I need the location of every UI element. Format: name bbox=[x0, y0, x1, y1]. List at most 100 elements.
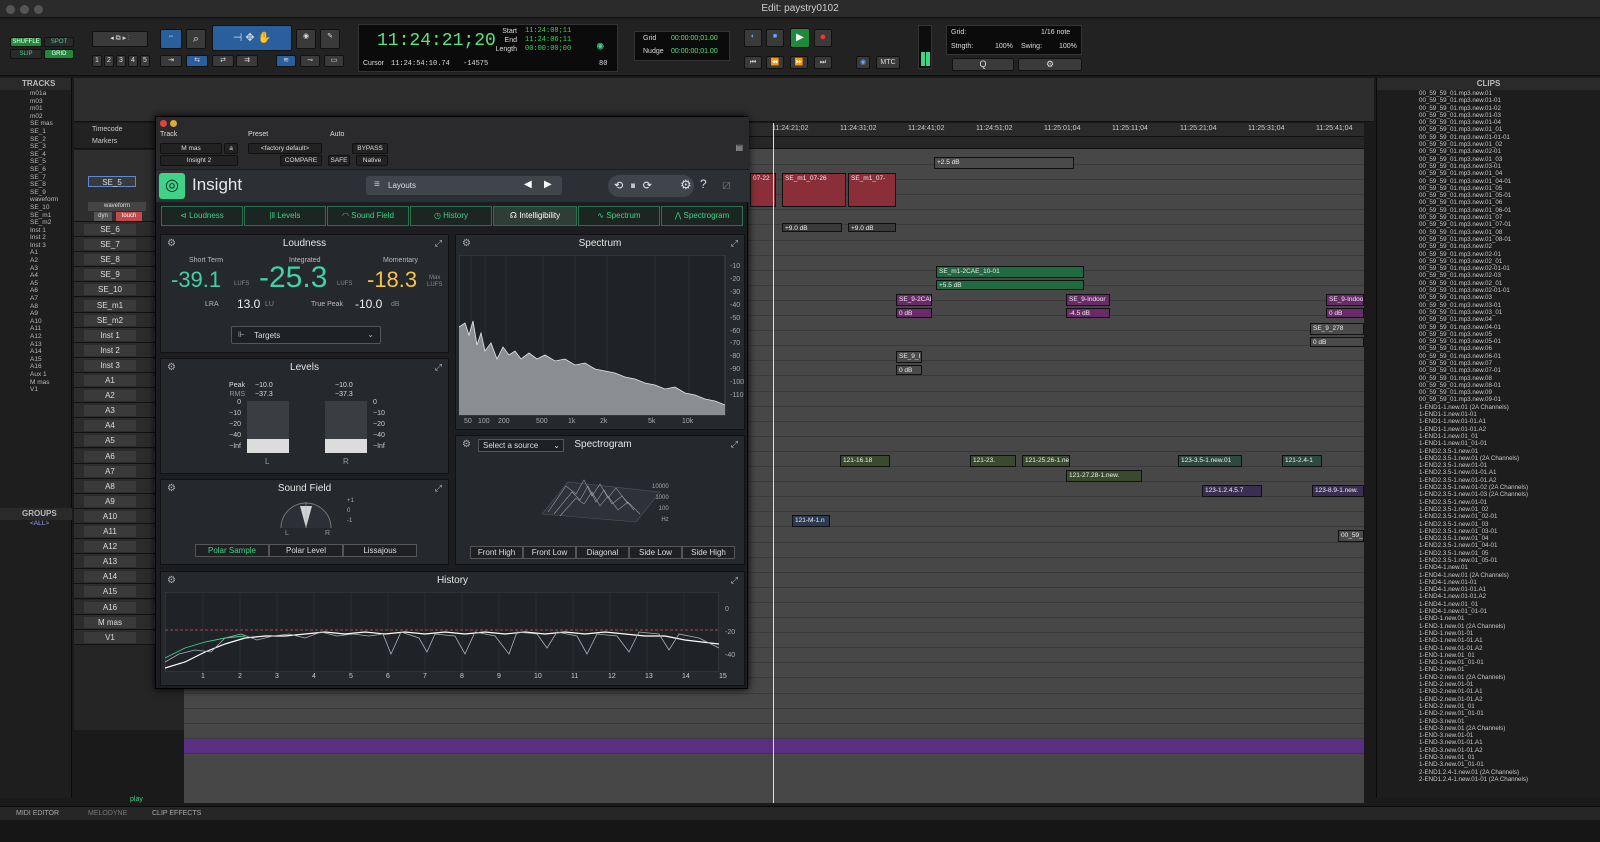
tracks-list-item[interactable]: A9 bbox=[0, 310, 71, 318]
clip-list-item[interactable]: 1-END4-1.new.01_01-01 bbox=[1377, 608, 1600, 615]
tracks-list-item[interactable]: A15 bbox=[0, 356, 71, 364]
spot-mode-button[interactable]: SPOT bbox=[44, 37, 74, 47]
tracks-list-item[interactable]: A5 bbox=[0, 280, 71, 288]
tracks-list-item[interactable]: Inst 2 bbox=[0, 234, 71, 242]
track-name-button[interactable]: A2 bbox=[84, 390, 136, 402]
clip-list-item[interactable]: 1-END2.3.5-1.new.01-01.A1 bbox=[1377, 469, 1600, 476]
clip-list-item[interactable]: 1-END-1.new.01-01.A2 bbox=[1377, 645, 1600, 652]
clip-list-item[interactable]: 00_59_59_01.mp3.new.02_01 bbox=[1377, 258, 1600, 265]
clip-list-item[interactable]: 1-END2.3.5-1.new.01-01.A2 bbox=[1377, 477, 1600, 484]
tracks-list-item[interactable]: m01a bbox=[0, 90, 71, 98]
clip-list-item[interactable]: 00_59_59_01.mp3.new.03-01 bbox=[1377, 163, 1600, 170]
clip-list-item[interactable]: 1-END2.3.5-1.new.01_04-01 bbox=[1377, 542, 1600, 549]
grid-note-value[interactable]: 1/16 note bbox=[1041, 29, 1070, 36]
tab-loudness[interactable]: ⊲ Loudness bbox=[161, 206, 243, 226]
track-name[interactable]: SE_5 bbox=[88, 176, 136, 187]
tracks-list-item[interactable]: A8 bbox=[0, 303, 71, 311]
tracks-list-item[interactable]: SE_10 bbox=[0, 204, 71, 212]
clip-list-item[interactable]: 00_59_59_01.mp3.new.01_07 bbox=[1377, 214, 1600, 221]
zoom-preset-3[interactable]: 3 bbox=[116, 55, 126, 67]
tracks-list-item[interactable]: m01 bbox=[0, 105, 71, 113]
clip-list-item[interactable]: 1-END-3.new.01-01.A1 bbox=[1377, 739, 1600, 746]
clip-list-item[interactable]: 1-END2.3.5-1.new.01 bbox=[1377, 448, 1600, 455]
clip-list-item[interactable]: 00_59_59_01.mp3.new.03_01 bbox=[1377, 309, 1600, 316]
clip-list-item[interactable]: 00_59_59_01.mp3.new.06 bbox=[1377, 345, 1600, 352]
timeline-clip[interactable]: SE_9-Indoo bbox=[1326, 294, 1364, 306]
tab-levels[interactable]: |‖ Levels bbox=[244, 206, 326, 226]
tracks-list-item[interactable]: SE_8 bbox=[0, 181, 71, 189]
clip-list-item[interactable]: 00_59_59_01.mp3.new.07 bbox=[1377, 360, 1600, 367]
clip-list-item[interactable]: 2-END1.2.4-1.new.01 (2A Channels) bbox=[1377, 769, 1600, 776]
tracks-list-item[interactable]: SE_m2 bbox=[0, 219, 71, 227]
clip-list-item[interactable]: 00_59_59_01.mp3.new.01-02 bbox=[1377, 105, 1600, 112]
track-name-button[interactable]: A13 bbox=[84, 556, 136, 568]
insert-select[interactable]: Insight 2 bbox=[160, 155, 238, 166]
track-name-button[interactable]: A7 bbox=[84, 465, 136, 477]
clip-list-item[interactable]: 1-END2.3.5-1.new.01_03-01 bbox=[1377, 528, 1600, 535]
tracks-list-item[interactable]: A4 bbox=[0, 272, 71, 280]
minimize-window-icon[interactable] bbox=[20, 5, 29, 14]
quantize-button[interactable]: Q bbox=[952, 58, 1014, 71]
clip-list-item[interactable]: 00_59_59_01.mp3.new.02_01 bbox=[1377, 280, 1600, 287]
clip-list-item[interactable]: 00_59_59_01.mp3.new.02-01-01 bbox=[1377, 287, 1600, 294]
clip-list-item[interactable]: 00_59_59_01.mp3.new.01_08-01 bbox=[1377, 236, 1600, 243]
clip-list-item[interactable]: 1-END-3.new.01-01.A2 bbox=[1377, 747, 1600, 754]
timeline-clip[interactable]: SE_9_278 bbox=[1310, 323, 1364, 335]
track-lane[interactable] bbox=[184, 709, 1364, 724]
clip-list-item[interactable]: 1-END4-1.new.01-01.A2 bbox=[1377, 593, 1600, 600]
clip-list-item[interactable]: 00_59_59_01.mp3.new.07-01 bbox=[1377, 367, 1600, 374]
track-name-button[interactable]: A5 bbox=[84, 435, 136, 447]
clip-list-item[interactable]: 1-END-2.new.01-01 bbox=[1377, 681, 1600, 688]
online-icon[interactable]: ◉ bbox=[597, 39, 604, 53]
tab-sound-field[interactable]: ◠ Sound Field bbox=[327, 206, 409, 226]
clip-list-item[interactable]: 00_59_59_01.mp3.new.02-01 bbox=[1377, 148, 1600, 155]
tracks-list-item[interactable]: A7 bbox=[0, 295, 71, 303]
link-track-icon[interactable]: ⇄ bbox=[212, 55, 234, 67]
track-lane[interactable] bbox=[184, 738, 1364, 754]
clip-list-item[interactable]: 1-END2.3.5-1.new.01_05 bbox=[1377, 550, 1600, 557]
plugin-settings-icon[interactable]: ⚙ bbox=[680, 177, 692, 193]
clip-list-item[interactable]: 00_59_59_01.mp3.new.02-01 bbox=[1377, 251, 1600, 258]
zoom-window-icon[interactable] bbox=[34, 5, 43, 14]
track-name-button[interactable]: V1 bbox=[84, 631, 136, 643]
clip-list-item[interactable]: 00_59_59_01.mp3.new.03 bbox=[1377, 294, 1600, 301]
layouts-select[interactable]: ≡ Layouts ◀ ▶ bbox=[366, 176, 562, 195]
plugin-minimize-icon[interactable] bbox=[170, 120, 177, 127]
timeline-clip[interactable]: -4.5 dB bbox=[1066, 308, 1110, 318]
timeline-clip[interactable]: SE_9-Indoor bbox=[1066, 294, 1110, 306]
timeline-clip[interactable]: 121-27.28-1.new. bbox=[1066, 470, 1142, 482]
track-name-button[interactable]: A9 bbox=[84, 495, 136, 507]
zoom-preset-5[interactable]: 5 bbox=[140, 55, 150, 67]
clip-effects-tab[interactable]: CLIP EFFECTS bbox=[152, 807, 201, 821]
clip-list-item[interactable]: 00_59_59_01.mp3.new.01_06 bbox=[1377, 199, 1600, 206]
zoomer-tool-icon[interactable]: ⇔ bbox=[160, 29, 182, 49]
track-name-button[interactable]: A11 bbox=[84, 526, 136, 537]
help-icon[interactable]: ? bbox=[700, 177, 707, 191]
tracks-list-item[interactable]: SE_3 bbox=[0, 143, 71, 151]
track-name-button[interactable]: A15 bbox=[84, 586, 136, 598]
tracks-list-item[interactable]: A3 bbox=[0, 265, 71, 273]
track-name-button[interactable]: SE_m2 bbox=[84, 314, 136, 326]
clip-list-item[interactable]: 1-END-2.new.01_01-01 bbox=[1377, 710, 1600, 717]
diagonal-button[interactable]: Diagonal bbox=[576, 546, 629, 559]
side-high-button[interactable]: Side High bbox=[682, 546, 735, 559]
timeline-clip[interactable]: SE_9_I bbox=[896, 351, 922, 363]
clip-list-item[interactable]: 00_59_59_01.mp3.new.01_07-01 bbox=[1377, 221, 1600, 228]
tab-spectrogram[interactable]: ⋀ Spectrogram bbox=[661, 206, 743, 226]
tracks-list-item[interactable]: SE_6 bbox=[0, 166, 71, 174]
track-slot-select[interactable]: a bbox=[224, 143, 238, 154]
track-name-button[interactable]: SE_10 bbox=[84, 284, 136, 296]
clip-list-item[interactable]: 1-END4-1.new.01_01 bbox=[1377, 601, 1600, 608]
track-name-button[interactable]: A1 bbox=[84, 375, 136, 386]
clip-list-item[interactable]: 1-END-2.new.01-01.A1 bbox=[1377, 688, 1600, 695]
zoom-preset-1[interactable]: 1 bbox=[92, 55, 102, 67]
next-layout-icon[interactable]: ▶ bbox=[544, 179, 552, 190]
insight-plugin-window[interactable]: Track Preset Auto M mas a Insight 2 <fac… bbox=[155, 116, 749, 689]
plugin-close-icon[interactable] bbox=[160, 120, 167, 127]
timeline-clip[interactable]: +9.0 dB bbox=[782, 223, 842, 232]
track-name-button[interactable]: SE_7 bbox=[84, 239, 136, 251]
history-expand-icon[interactable]: ⤢ bbox=[731, 575, 738, 586]
close-window-icon[interactable] bbox=[6, 5, 15, 14]
targets-select[interactable]: ⊩ Targets ⌄ bbox=[231, 326, 381, 344]
clip-list-item[interactable]: 1-END-3.new.01-01 bbox=[1377, 732, 1600, 739]
